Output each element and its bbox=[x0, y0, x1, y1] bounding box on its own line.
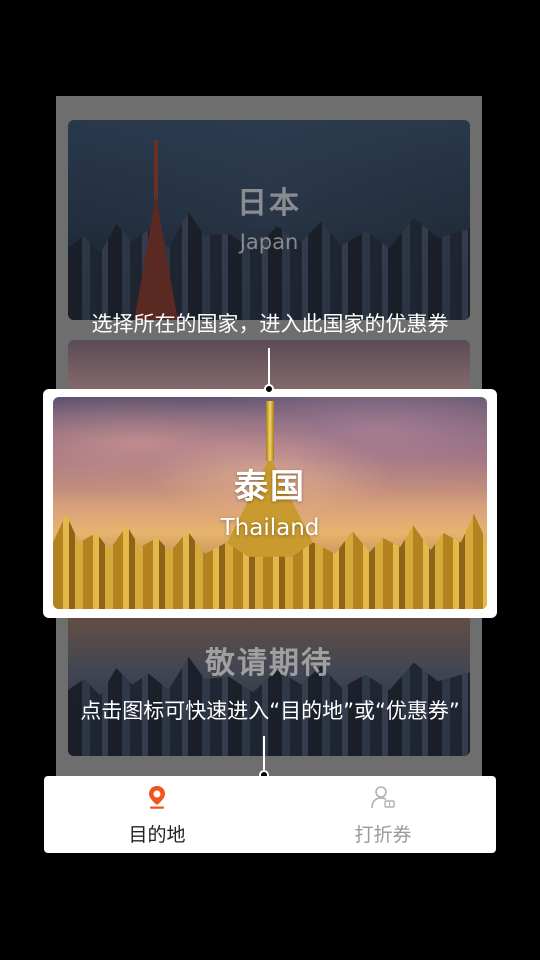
country-name: 泰国 bbox=[234, 467, 306, 507]
tap-icons-hint: 点击图标可快速进入“目的地”或“优惠券” bbox=[80, 699, 460, 723]
country-card-japan: 日本 Japan bbox=[68, 120, 470, 320]
select-country-hint: 选择所在的国家，进入此国家的优惠券 bbox=[91, 312, 449, 336]
tab-destination-label: 目的地 bbox=[128, 824, 186, 846]
coming-soon-label: 敬请期待 bbox=[205, 646, 333, 681]
user-coupon-icon bbox=[371, 786, 395, 809]
hint-connector-bottom bbox=[259, 736, 269, 780]
tab-destination[interactable]: 目的地 bbox=[44, 776, 270, 853]
tab-coupon-label: 打折券 bbox=[354, 824, 412, 846]
country-name-en: Thailand bbox=[220, 515, 320, 541]
country-card-thailand[interactable]: 泰国 Thailand bbox=[53, 397, 487, 609]
tab-coupon[interactable]: 打折券 bbox=[270, 776, 496, 853]
hint-connector-top bbox=[264, 348, 274, 394]
country-name-en: Japan bbox=[239, 230, 299, 254]
location-pin-icon bbox=[149, 786, 165, 809]
country-card-coming-soon: 敬请期待 bbox=[68, 600, 470, 756]
bottom-tab-bar: 目的地 打折券 bbox=[44, 776, 496, 853]
country-name: 日本 bbox=[237, 186, 301, 221]
